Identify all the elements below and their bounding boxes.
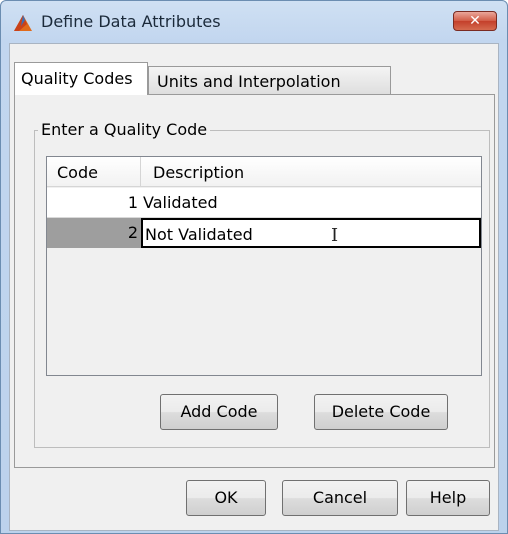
ok-button[interactable]: OK bbox=[186, 480, 266, 516]
code-cell[interactable]: 2 bbox=[47, 218, 141, 248]
table-row[interactable]: 1 Validated bbox=[47, 188, 481, 218]
tab-units-and-interpolation[interactable]: Units and Interpolation bbox=[148, 66, 391, 95]
dialog-client-area: Quality Codes Units and Interpolation En… bbox=[9, 43, 499, 531]
close-icon: ✕ bbox=[469, 13, 481, 29]
title-bar[interactable]: Define Data Attributes ✕ bbox=[1, 1, 507, 41]
group-label: Enter a Quality Code bbox=[38, 120, 211, 139]
description-edit-field[interactable]: Not Validated I bbox=[141, 218, 481, 248]
description-cell[interactable]: Validated bbox=[141, 188, 481, 218]
help-button[interactable]: Help bbox=[406, 480, 490, 516]
column-header-description[interactable]: Description bbox=[141, 157, 481, 187]
text-cursor-icon: I bbox=[331, 225, 339, 246]
dialog-window: Define Data Attributes ✕ Quality Codes U… bbox=[0, 0, 508, 534]
code-cell[interactable]: 1 bbox=[47, 188, 141, 218]
description-text: Not Validated bbox=[145, 225, 253, 244]
tab-quality-codes[interactable]: Quality Codes bbox=[14, 62, 148, 95]
quality-code-table[interactable]: Code Description 1 Validated 2 Not Valid… bbox=[46, 156, 482, 376]
delete-code-button[interactable]: Delete Code bbox=[314, 394, 448, 430]
add-code-button[interactable]: Add Code bbox=[160, 394, 278, 430]
column-header-code[interactable]: Code bbox=[47, 157, 141, 187]
close-button[interactable]: ✕ bbox=[453, 11, 497, 31]
cancel-button[interactable]: Cancel bbox=[282, 480, 398, 516]
matlab-icon bbox=[14, 15, 32, 31]
window-title: Define Data Attributes bbox=[41, 12, 221, 31]
table-row-selected[interactable]: 2 Not Validated I bbox=[47, 218, 481, 248]
